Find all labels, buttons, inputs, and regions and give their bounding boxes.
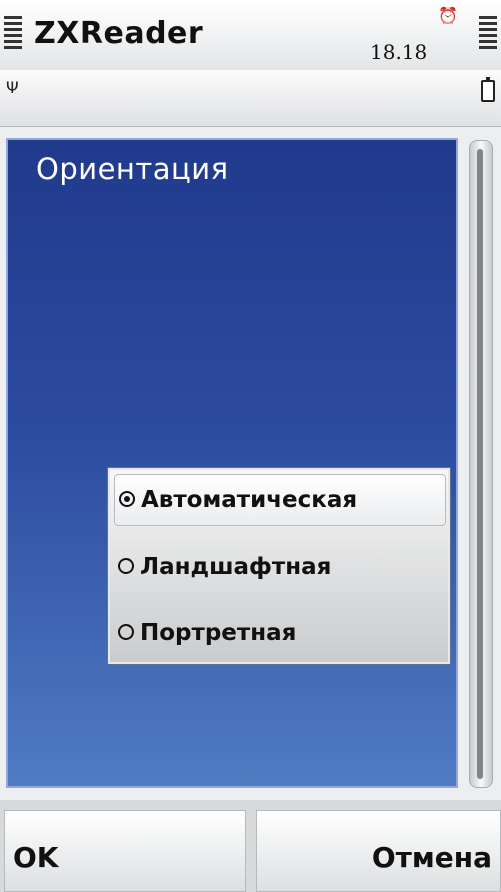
- option-portrait[interactable]: Портретная: [114, 608, 446, 660]
- antenna-icon: Ψ: [6, 78, 19, 97]
- radio-selected-icon: [119, 491, 135, 507]
- option-label: Автоматическая: [141, 487, 358, 513]
- softkey-bar: OK Отмена: [0, 800, 501, 892]
- panel-title: Ориентация: [36, 152, 229, 186]
- option-label: Портретная: [140, 620, 297, 646]
- clock-icon: ⏰: [438, 6, 458, 25]
- option-label: Ландшафтная: [140, 554, 332, 580]
- ok-button[interactable]: OK: [4, 810, 246, 892]
- radio-unselected-icon: [118, 624, 134, 640]
- option-automatic[interactable]: Автоматическая: [114, 474, 446, 526]
- radio-unselected-icon: [118, 558, 134, 574]
- scrollbar[interactable]: [469, 140, 493, 788]
- ok-button-label: OK: [13, 841, 59, 874]
- clock-time: 18.18: [370, 40, 428, 64]
- scrollbar-thumb[interactable]: [477, 149, 483, 779]
- cancel-button[interactable]: Отмена: [256, 810, 501, 892]
- orientation-popup: Автоматическая Ландшафтная Портретная: [108, 468, 450, 664]
- signal-bars-icon: [4, 16, 22, 52]
- option-landscape[interactable]: Ландшафтная: [114, 542, 446, 594]
- status-bar: ZXReader ⏰ 18.18: [0, 0, 501, 71]
- indicator-bar: Ψ: [0, 70, 501, 127]
- battery-icon: [481, 77, 495, 102]
- settings-panel: Ориентация: [6, 138, 458, 788]
- battery-bars-icon: [479, 16, 497, 52]
- cancel-button-label: Отмена: [371, 841, 492, 874]
- app-title: ZXReader: [34, 16, 204, 51]
